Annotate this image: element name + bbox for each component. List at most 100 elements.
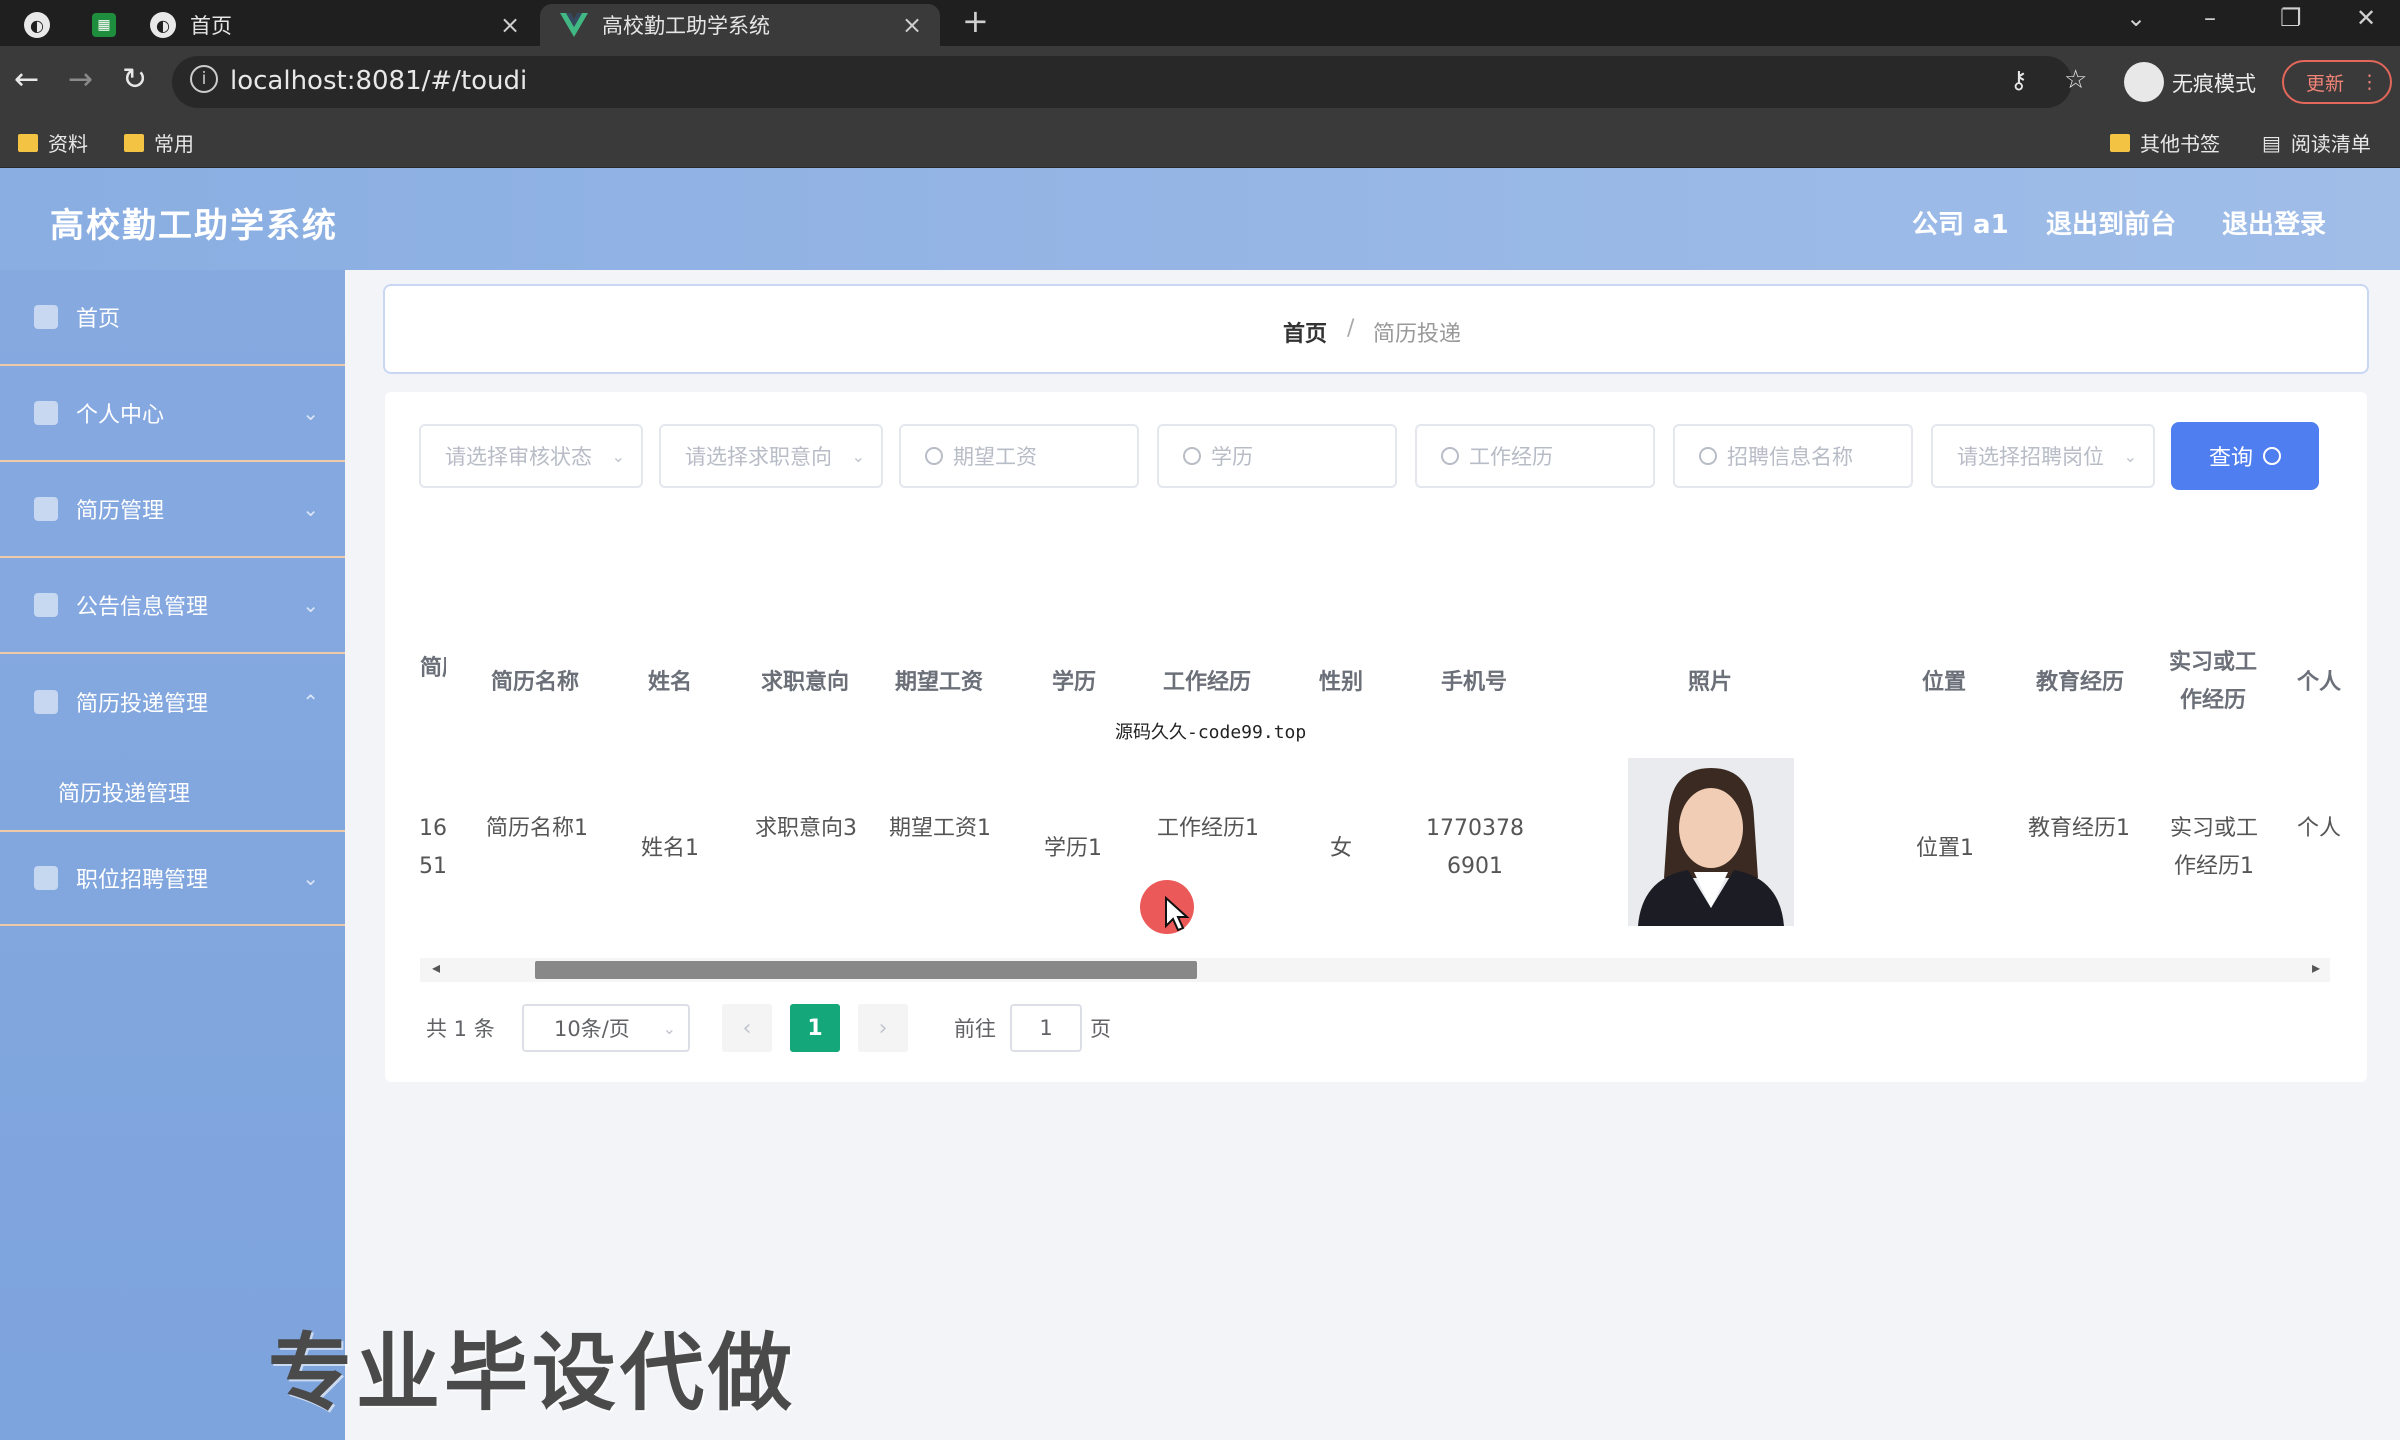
column-header-location: 位置 [1921, 670, 1966, 695]
query-button-label: 查询 [2208, 446, 2253, 471]
intent-select[interactable]: 请选择求职意向 ⌄ [659, 424, 883, 488]
other-bookmarks[interactable]: 其他书签 [2110, 128, 2220, 157]
work-experience-placeholder: 工作经历 [1469, 445, 1553, 469]
folder-icon [18, 133, 38, 152]
prev-page-button[interactable]: ‹ [722, 1004, 772, 1052]
briefcase-icon [34, 866, 58, 890]
globe-icon: ◐ [150, 12, 176, 38]
back-to-frontend-link[interactable]: 退出到前台 [2046, 204, 2176, 241]
forward-icon[interactable]: → [68, 60, 93, 100]
bookmark-folder[interactable]: 常用 [124, 128, 194, 157]
chevron-down-icon: ⌄ [302, 497, 319, 521]
position-select-placeholder: 请选择招聘岗位 [1957, 445, 2104, 469]
reading-list-icon: ▤ [2262, 130, 2281, 155]
resume-photo [1628, 758, 1794, 926]
tab-search-icon[interactable]: ⌄ [2126, 4, 2146, 32]
reading-list[interactable]: ▤ 阅读清单 [2262, 128, 2371, 157]
star-icon[interactable]: ☆ [2064, 60, 2087, 100]
chevron-down-icon: ⌄ [2123, 446, 2137, 466]
sidebar-item-home[interactable]: 首页 [0, 270, 345, 366]
key-icon[interactable]: ⚷ [2010, 60, 2028, 100]
next-page-button[interactable]: › [858, 1004, 908, 1052]
page-size-select[interactable]: 10条/页 ⌄ [522, 1004, 690, 1052]
browser-menu-icon[interactable]: ◐ [24, 4, 50, 46]
back-icon[interactable]: ← [14, 60, 39, 100]
more-icon[interactable]: ⋮ [2360, 71, 2379, 93]
cell-phone: 17703786901 [1426, 816, 1524, 879]
position-select[interactable]: 请选择招聘岗位 ⌄ [1931, 424, 2155, 488]
watermark-text: 源码久久-code99.top [1115, 722, 1307, 743]
goto-label: 前往 [954, 1017, 996, 1041]
info-icon[interactable]: i [190, 65, 218, 93]
close-icon[interactable]: × [500, 11, 520, 39]
home-icon [34, 305, 58, 329]
document-icon [34, 497, 58, 521]
status-select[interactable]: 请选择审核状态 ⌄ [419, 424, 643, 488]
query-button[interactable]: 查询 [2171, 422, 2319, 490]
folder-icon [2110, 133, 2130, 152]
user-icon [34, 401, 58, 425]
minimize-icon[interactable]: – [2204, 4, 2216, 32]
search-icon [1183, 447, 1201, 465]
bookmark-label: 常用 [154, 132, 194, 156]
sidebar-item-label: 职位招聘管理 [76, 868, 209, 893]
salary-input-placeholder: 期望工资 [953, 445, 1037, 469]
breadcrumb-separator: / [1347, 316, 1355, 341]
cell-work: 工作经历1 [1157, 816, 1259, 841]
sheet-tab-icon[interactable]: ▦ [92, 4, 116, 46]
education-input[interactable]: 学历 [1157, 424, 1397, 488]
new-tab-icon[interactable]: + [962, 2, 989, 40]
sidebar-item-profile[interactable]: 个人中心 ⌄ [0, 366, 345, 462]
tab-home-label: 首页 [190, 14, 232, 38]
page-size-value: 10条/页 [554, 1017, 630, 1041]
chevron-down-icon: ⌄ [611, 446, 625, 466]
chevron-up-icon: ⌃ [302, 690, 319, 714]
search-icon [1441, 447, 1459, 465]
search-icon [2263, 447, 2281, 465]
cell-gender: 女 [1329, 836, 1352, 861]
status-select-placeholder: 请选择审核状态 [445, 445, 592, 469]
work-experience-input[interactable]: 工作经历 [1415, 424, 1655, 488]
sidebar-item-resume[interactable]: 简历管理 ⌄ [0, 462, 345, 558]
reload-icon[interactable]: ↻ [122, 60, 147, 100]
column-header-photo: 照片 [1687, 670, 1732, 695]
browser-tab-bar: ◐ ▦ ◐ 首页 × 高校勤工助学系统 × + ⌄ – ❐ ✕ [0, 0, 2400, 46]
column-header-education: 学历 [1051, 670, 1096, 695]
tab-app[interactable]: 高校勤工助学系统 × [540, 4, 940, 46]
tab-home[interactable]: ◐ 首页 × [150, 4, 530, 46]
cell-resume-name: 简历名称1 [486, 816, 588, 841]
breadcrumb-current: 简历投递 [1373, 322, 1462, 347]
page-number-button[interactable]: 1 [790, 1004, 840, 1052]
education-input-placeholder: 学历 [1211, 445, 1253, 469]
close-window-icon[interactable]: ✕ [2356, 4, 2376, 32]
scroll-right-icon[interactable]: ▸ [2312, 958, 2320, 977]
scrollbar-thumb[interactable] [535, 961, 1197, 979]
cell-location: 位置1 [1916, 836, 1974, 861]
cell-intent: 求职意向3 [755, 816, 857, 841]
breadcrumb: 首页 / 简历投递 [385, 286, 2367, 372]
sidebar-item-jobs[interactable]: 职位招聘管理 ⌄ [0, 830, 345, 926]
bookmarks-bar: 资料 常用 其他书签 ▤ 阅读清单 [0, 116, 2400, 168]
sidebar: 首页 个人中心 ⌄ 简历管理 ⌄ 公告信息管理 ⌄ 简历投递管理 ⌃ 简历投递管… [0, 270, 345, 1440]
update-button[interactable]: 更新 ⋮ [2282, 60, 2392, 104]
recruit-name-input[interactable]: 招聘信息名称 [1673, 424, 1913, 488]
sidebar-item-label: 简历投递管理 [76, 692, 209, 717]
chevron-down-icon: ⌄ [662, 1018, 676, 1038]
chevron-down-icon: ⌄ [302, 866, 319, 890]
bookmark-folder[interactable]: 资料 [18, 128, 88, 157]
scroll-left-icon[interactable]: ◂ [432, 958, 440, 977]
salary-input[interactable]: 期望工资 [899, 424, 1139, 488]
url-text[interactable]: localhost:8081/#/toudi [230, 66, 527, 96]
goto-page-input[interactable]: 1 [1010, 1004, 1082, 1052]
sidebar-item-notice[interactable]: 公告信息管理 ⌄ [0, 558, 345, 654]
breadcrumb-home[interactable]: 首页 [1283, 316, 1327, 348]
sidebar-item-delivery[interactable]: 简历投递管理 ⌃ [0, 654, 345, 750]
restore-icon[interactable]: ❐ [2280, 4, 2302, 32]
cell-edu-experience: 教育经历1 [2028, 816, 2130, 841]
logout-link[interactable]: 退出登录 [2222, 204, 2326, 241]
incognito-icon[interactable] [2124, 62, 2164, 102]
sidebar-subitem-delivery[interactable]: 简历投递管理 [58, 776, 190, 808]
tab-app-label: 高校勤工助学系统 [602, 14, 770, 38]
close-icon[interactable]: × [902, 11, 922, 39]
table-horizontal-scrollbar[interactable]: ◂ ▸ [420, 958, 2330, 982]
